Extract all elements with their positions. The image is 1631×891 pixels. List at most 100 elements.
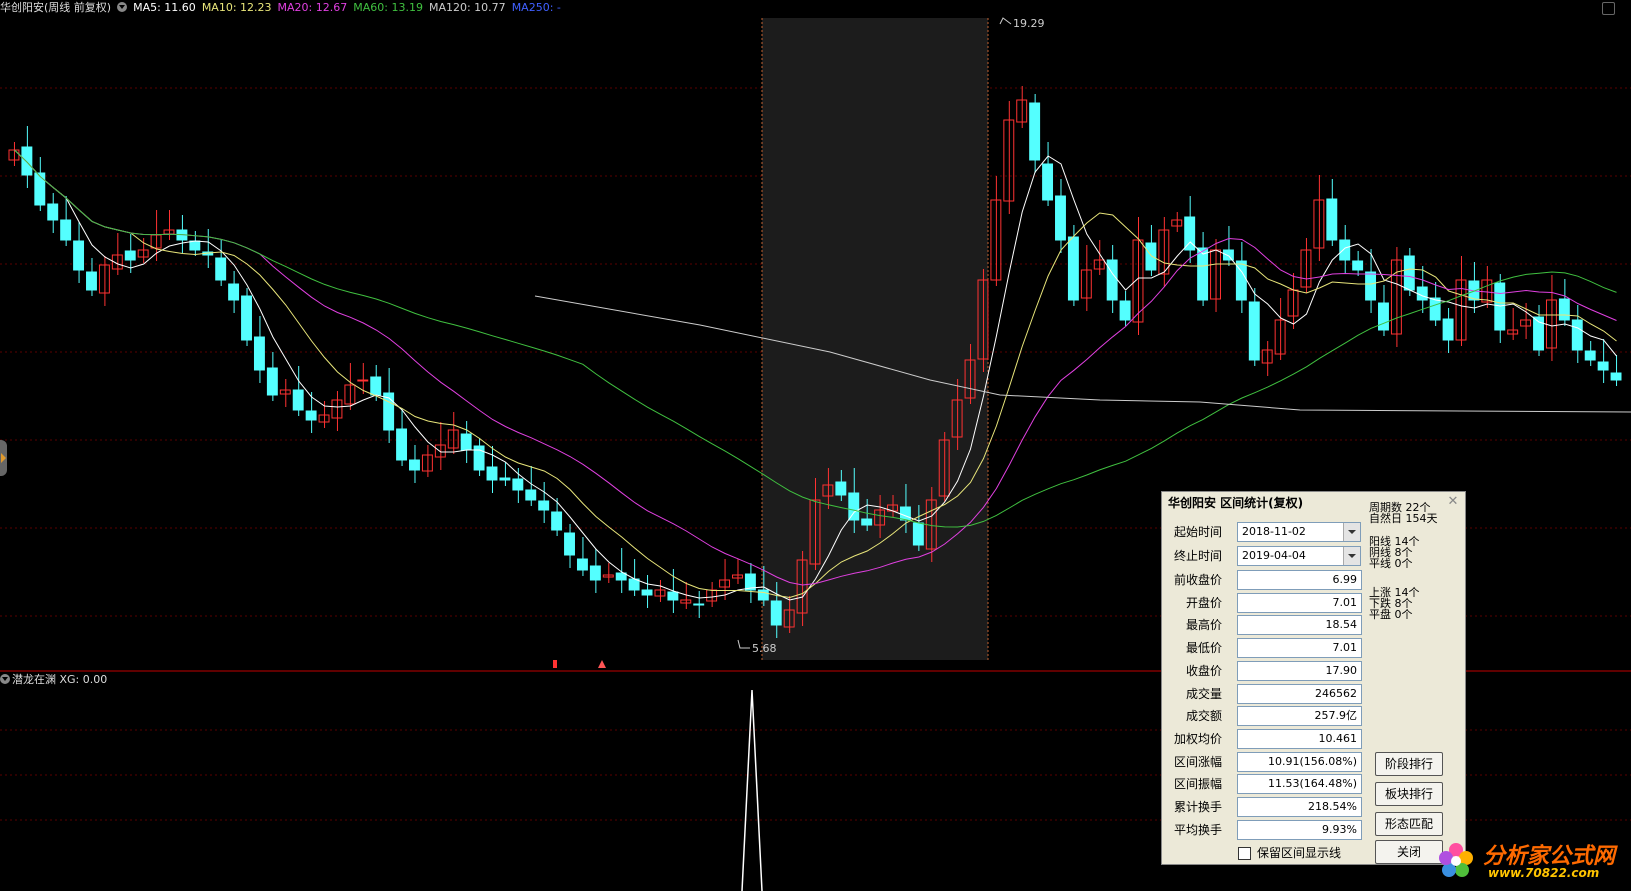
- candle-body: [1106, 259, 1118, 301]
- candle-body: [551, 511, 563, 531]
- candle-body: [1571, 319, 1583, 351]
- candle-body: [525, 489, 537, 501]
- stat-row-value: 218.54%: [1237, 797, 1362, 817]
- candle-body: [1429, 297, 1441, 321]
- candle-body: [641, 589, 653, 596]
- candle-body: [21, 146, 33, 176]
- candle-body: [848, 492, 860, 521]
- indicator-bar: 潜龙在渊 XG: 0.00: [0, 672, 107, 688]
- ma-legend-item: MA60: 13.19: [353, 1, 423, 14]
- candle-body: [1042, 163, 1054, 201]
- candle-body: [370, 376, 382, 396]
- ma-legend-item: MA5: 11.60: [133, 1, 196, 14]
- candle-body: [1055, 195, 1066, 241]
- signal-mark: [553, 660, 557, 668]
- start-date-select[interactable]: 2018-11-02: [1237, 522, 1361, 542]
- stat-row-value: 7.01: [1237, 638, 1362, 659]
- candle-body: [693, 603, 705, 606]
- candle-body: [383, 392, 395, 431]
- start-date-value: 2018-11-02: [1242, 525, 1306, 538]
- stat-row-label: 加权均价: [1173, 731, 1222, 746]
- stat-row-label: 平均换手: [1173, 822, 1222, 837]
- candle-body: [292, 389, 304, 411]
- candle-body: [396, 428, 408, 461]
- stat-row-label: 累计换手: [1173, 800, 1222, 814]
- keep-range-checkbox[interactable]: 保留区间显示线: [1238, 846, 1341, 860]
- stat-row-value: 10.91(156.08%): [1237, 751, 1362, 772]
- stat-row-label: 成交额: [1185, 709, 1222, 724]
- candle-body: [1119, 300, 1131, 321]
- candle-body: [512, 478, 524, 491]
- dropdown-icon[interactable]: [117, 2, 128, 12]
- candle-body: [1494, 282, 1506, 331]
- candle-body: [215, 257, 227, 281]
- candle-body: [150, 234, 162, 249]
- candle-body: [1597, 361, 1609, 371]
- candle-body: [1029, 102, 1041, 161]
- checkbox-icon[interactable]: [1238, 847, 1251, 860]
- candle-body: [357, 379, 369, 382]
- candle-body: [1197, 247, 1209, 301]
- candle-body: [189, 240, 201, 251]
- chevron-down-icon[interactable]: [1343, 547, 1360, 565]
- sector-rank-button[interactable]: 板块排行: [1375, 782, 1443, 806]
- close-icon[interactable]: [1602, 2, 1615, 15]
- candle-body: [34, 172, 46, 206]
- candle-body: [241, 295, 252, 341]
- stat-row-value: 9.93%: [1237, 819, 1362, 840]
- candle-body: [861, 518, 873, 526]
- low-marker: [737, 639, 750, 649]
- signal-arrow: [598, 660, 606, 668]
- stat-flat: 平线 0个: [1369, 557, 1413, 570]
- ma120-line: [534, 295, 1631, 413]
- candle-body: [912, 522, 924, 546]
- stat-row-label: 收盘价: [1185, 663, 1222, 678]
- end-date-select[interactable]: 2019-04-04: [1237, 546, 1361, 566]
- header-bar: 华创阳安(周线 前复权) MA5: 11.60 MA10: 12.23 MA20: 1…: [0, 0, 573, 16]
- candle-body: [318, 414, 330, 423]
- candle-body: [86, 271, 97, 291]
- stage-rank-button[interactable]: 阶段排行: [1375, 752, 1443, 776]
- high-marker: [999, 17, 1012, 25]
- pattern-match-button[interactable]: 形态匹配: [1375, 812, 1443, 836]
- candle-body: [253, 336, 265, 371]
- ma-legend-item: MA250: -: [511, 1, 561, 14]
- ma-legend-item: MA10: 12.23: [201, 1, 272, 14]
- candle-body: [538, 500, 550, 511]
- candle-body: [460, 433, 472, 451]
- candle-body: [1507, 329, 1519, 335]
- stat-even: 平盘 0个: [1369, 608, 1413, 621]
- stat-row-label: 前收盘价: [1173, 573, 1222, 587]
- candle-body: [564, 532, 575, 556]
- candle-body: [1558, 298, 1570, 321]
- candle-body: [228, 283, 240, 301]
- candle-body: [1339, 239, 1351, 261]
- candle-body: [576, 558, 588, 571]
- indicator-dropdown-icon[interactable]: [0, 674, 10, 684]
- stat-row-value: 257.9亿: [1237, 706, 1362, 727]
- range-stats-dialog[interactable]: 华创阳安 区间统计(复权) ✕ 起始时间 2018-11-02 终止时间 201…: [1161, 491, 1466, 865]
- candle-body: [305, 410, 317, 421]
- candle-body: [486, 466, 498, 481]
- start-label: 起始时间: [1173, 525, 1222, 539]
- ma-legend: MA5: 11.60 MA10: 12.23 MA20: 12.67 MA60: 13…: [133, 1, 567, 14]
- stock-title: 华创阳安(周线 前复权): [0, 1, 112, 14]
- stat-row-value: 10.461: [1237, 728, 1362, 749]
- dialog-close-icon[interactable]: ✕: [1447, 495, 1459, 508]
- candle-body: [835, 481, 847, 496]
- stat-row-label: 最高价: [1185, 618, 1222, 633]
- ma-legend-item: MA20: 12.67: [277, 1, 348, 14]
- stat-row-value: 6.99: [1237, 570, 1362, 590]
- candle-body: [1067, 236, 1079, 301]
- stat-row-label: 最低价: [1185, 641, 1222, 656]
- candle-body: [1326, 198, 1338, 241]
- end-label: 终止时间: [1173, 549, 1222, 563]
- flower-logo-icon: [1439, 843, 1473, 877]
- chevron-down-icon[interactable]: [1343, 523, 1360, 541]
- stat-row-value: 246562: [1237, 683, 1362, 704]
- candle-body: [1145, 242, 1157, 271]
- candle-body: [667, 591, 679, 601]
- left-panel-handle-icon[interactable]: [0, 440, 7, 476]
- stat-row-value: 11.53(164.48%): [1237, 774, 1362, 795]
- checkbox-label: 保留区间显示线: [1257, 846, 1342, 860]
